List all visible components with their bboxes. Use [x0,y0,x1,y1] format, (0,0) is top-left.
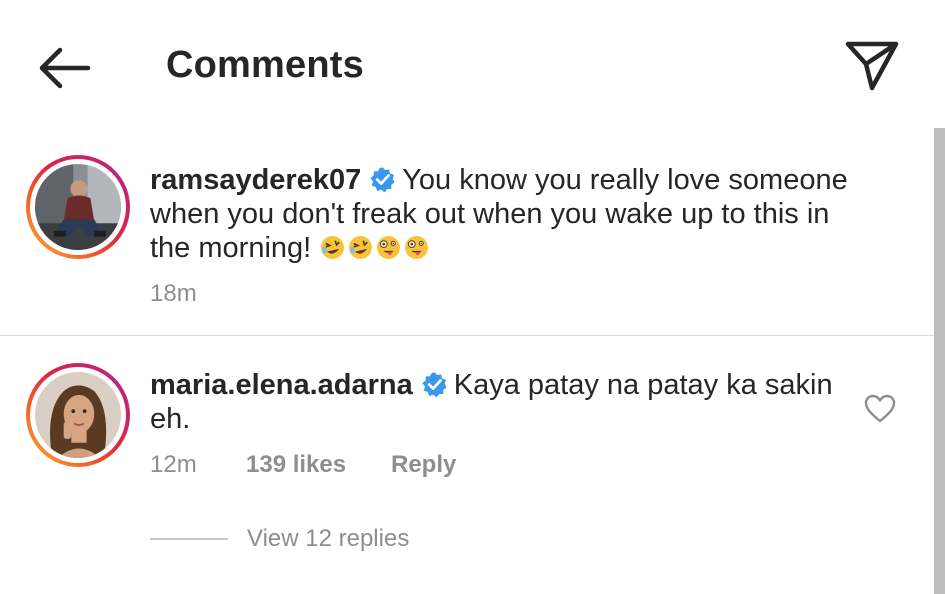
caption-line-1: You know you really love someone [402,164,848,196]
verified-badge-icon [370,167,395,193]
comment-timestamp: 12m [150,451,197,478]
comment-username[interactable]: maria.elena.adarna [150,369,413,401]
arrow-left-icon [39,47,91,89]
divider [0,335,934,336]
comment-meta: 12m 139 likes Reply [150,451,550,481]
replies-divider-line [150,538,228,540]
comments-screen: Comments ramsayderek07 You know you real… [0,0,945,594]
likes-count[interactable]: 139 likes [246,451,346,479]
profile-photo-icon [35,372,121,458]
back-button[interactable] [32,40,96,96]
comment-line-1: Kaya patay na patay ka sakin [453,369,833,401]
avatar-ramsayderek07[interactable] [26,155,130,259]
caption-line-2: when you don't freak out when you wake u… [150,198,830,230]
caption-line-3: the morning! [150,232,312,264]
avatar-image [35,372,121,458]
caption-text: ramsayderek07 You know you really love s… [150,163,910,265]
avatar-image [35,164,121,250]
scrollbar[interactable] [934,128,945,594]
zany-face-emoji-icon [405,236,429,259]
profile-photo-icon [35,164,121,250]
share-button[interactable] [842,38,902,94]
avatar-maria-elena-adarna[interactable] [26,363,130,467]
view-replies-button[interactable]: View 12 replies [247,525,409,553]
like-button[interactable] [864,394,896,424]
header-bar: Comments [0,0,945,130]
caption-meta: 18m [150,280,350,310]
rolling-laughing-emoji-icon [321,236,345,259]
comment-text: maria.elena.adarna Kaya patay na patay k… [150,368,850,436]
heart-outline-icon [864,394,896,423]
verified-badge-icon [422,372,447,398]
page-title: Comments [166,44,364,86]
rolling-laughing-emoji-icon [349,236,373,259]
reply-button[interactable]: Reply [391,451,456,479]
zany-face-emoji-icon [377,236,401,259]
direct-send-icon [845,41,899,91]
comment-line-2: eh. [150,403,191,435]
caption-username[interactable]: ramsayderek07 [150,164,361,196]
caption-timestamp: 18m [150,280,197,307]
